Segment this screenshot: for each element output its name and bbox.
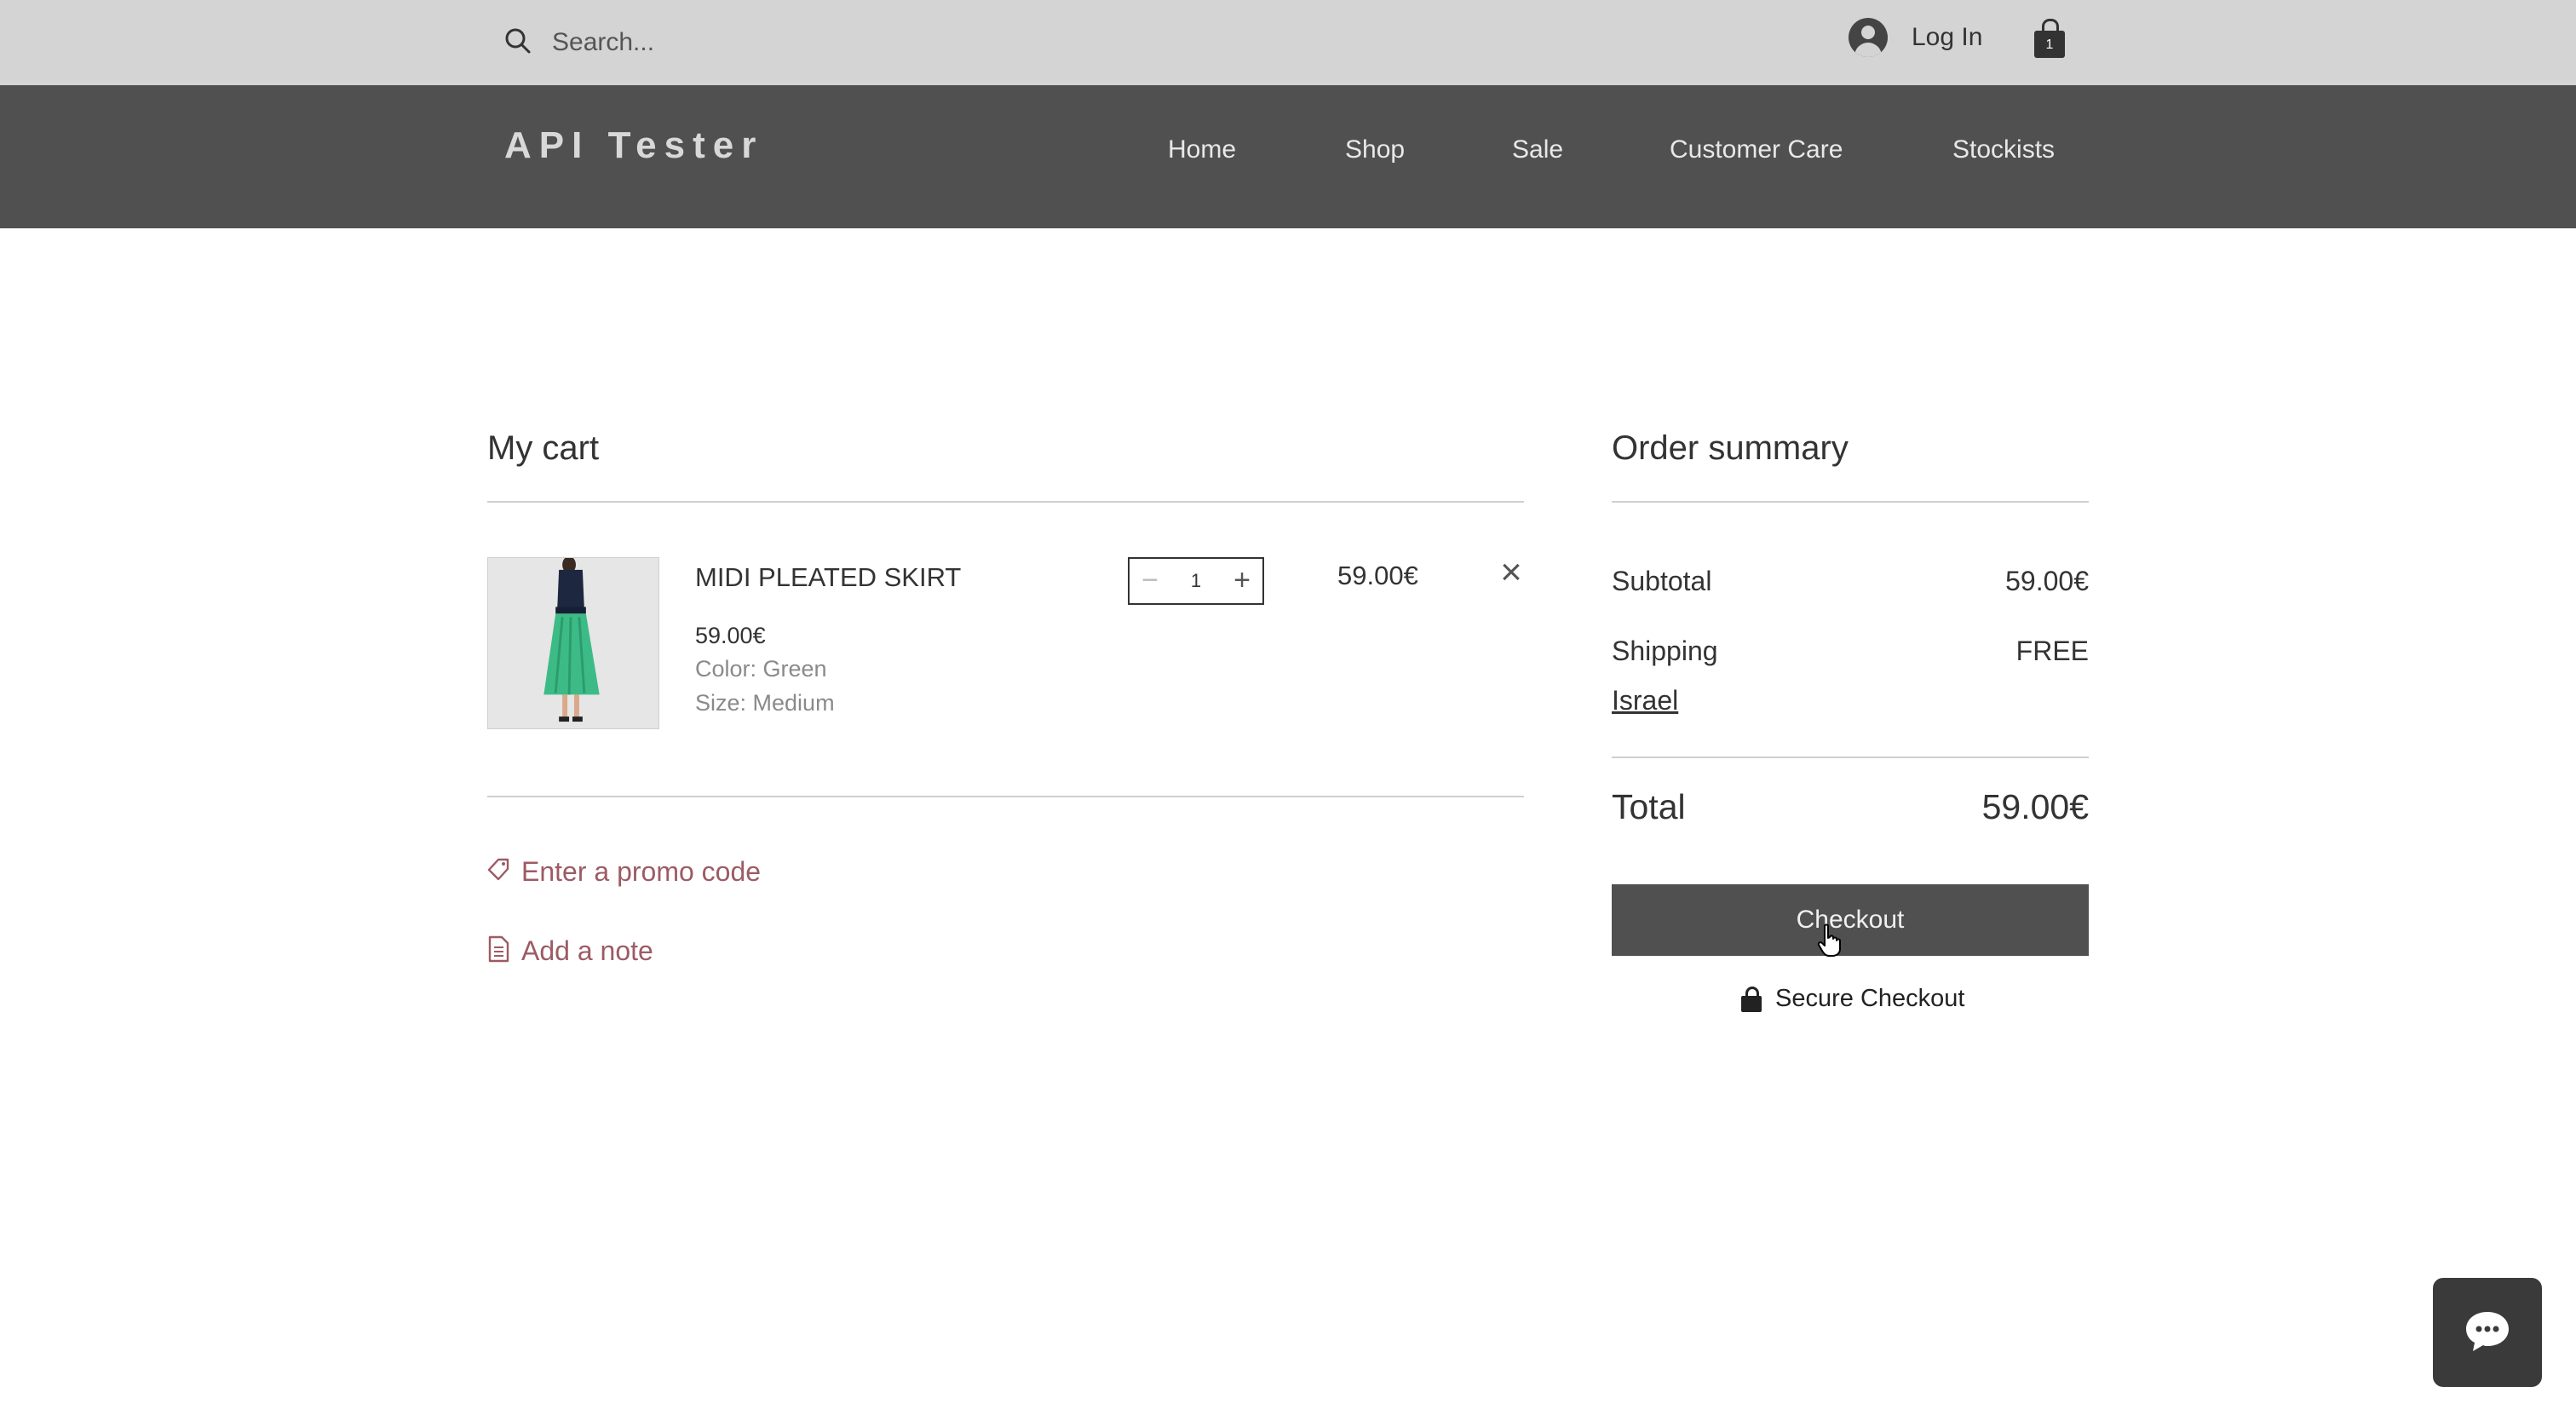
- shipping-value: FREE: [2015, 636, 2089, 666]
- line-total: 59.00€: [1337, 561, 1418, 590]
- secure-checkout-label: Secure Checkout: [1775, 985, 1965, 1012]
- promo-code-link[interactable]: Enter a promo code: [486, 855, 761, 889]
- shipping-country-link[interactable]: Israel: [1612, 685, 1678, 716]
- site-logo[interactable]: API Tester: [504, 124, 763, 167]
- subtotal-value: 59.00€: [2005, 566, 2089, 596]
- summary-divider: [1612, 501, 2089, 503]
- top-bar: Search... Log In 1: [0, 0, 2576, 85]
- quantity-stepper[interactable]: − 1 +: [1128, 557, 1264, 605]
- main-header: API Tester Home Shop Sale Customer Care …: [0, 85, 2576, 228]
- cart-count-badge: 1: [2034, 31, 2065, 58]
- promo-code-label: Enter a promo code: [521, 856, 762, 887]
- login-label: Log In: [1912, 23, 1983, 51]
- nav-item-sale[interactable]: Sale: [1512, 135, 1563, 164]
- product-size: Size: Medium: [695, 690, 835, 716]
- nav-item-home[interactable]: Home: [1168, 135, 1236, 164]
- total-value: 59.00€: [1981, 787, 2089, 826]
- cart-divider-bottom: [487, 796, 1524, 797]
- shopping-bag-icon[interactable]: 1: [2033, 17, 2067, 60]
- checkout-button[interactable]: Checkout: [1612, 884, 2089, 956]
- chat-icon: [2460, 1303, 2515, 1362]
- login-button[interactable]: Log In: [1849, 17, 1982, 58]
- nav-item-stockists[interactable]: Stockists: [1952, 135, 2055, 164]
- product-name[interactable]: MIDI PLEATED SKIRT: [695, 562, 961, 593]
- increase-quantity-button[interactable]: +: [1222, 559, 1262, 603]
- subtotal-label: Subtotal: [1612, 566, 1712, 596]
- note-icon: [486, 935, 511, 968]
- add-note-label: Add a note: [521, 935, 653, 966]
- close-icon[interactable]: ×: [1496, 554, 1527, 591]
- quantity-value[interactable]: 1: [1191, 570, 1201, 592]
- cart-divider: [487, 501, 1524, 503]
- user-avatar-icon: [1849, 18, 1888, 57]
- shipping-label: Shipping: [1612, 636, 1718, 666]
- add-note-link[interactable]: Add a note: [486, 935, 653, 968]
- secure-checkout: Secure Checkout: [1741, 985, 1964, 1013]
- search-input[interactable]: Search...: [552, 28, 654, 57]
- order-summary-title: Order summary: [1612, 429, 1849, 467]
- nav-item-shop[interactable]: Shop: [1345, 135, 1405, 164]
- search-icon[interactable]: [503, 26, 533, 60]
- chat-button[interactable]: [2433, 1278, 2542, 1387]
- product-image[interactable]: [487, 557, 659, 729]
- total-label: Total: [1612, 787, 1686, 826]
- nav-item-customer-care[interactable]: Customer Care: [1670, 135, 1843, 164]
- summary-divider-total: [1612, 757, 2089, 758]
- hand-cursor-icon: [1817, 923, 1841, 957]
- product-color: Color: Green: [695, 656, 827, 682]
- cart-title: My cart: [487, 429, 600, 467]
- search-bar[interactable]: Search...: [503, 19, 654, 66]
- tag-icon: [486, 855, 511, 889]
- product-unit-price: 59.00€: [695, 623, 766, 648]
- decrease-quantity-button[interactable]: −: [1130, 559, 1170, 603]
- lock-icon: [1741, 986, 1762, 1012]
